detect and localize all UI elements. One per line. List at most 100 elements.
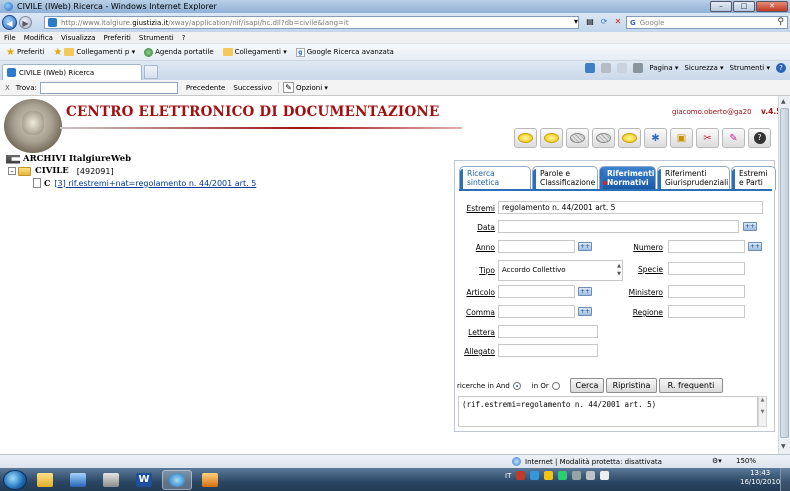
tab-estremi-parti[interactable]: Estremi e Parti [731, 166, 776, 190]
toolbar-button-8[interactable]: ✂ [696, 128, 719, 148]
query-scrollbar[interactable]: ▲ ▼ [758, 396, 767, 427]
anno-input[interactable] [498, 240, 575, 253]
scroll-up-icon[interactable]: ▲ [781, 98, 786, 105]
security-menu[interactable]: Sicurezza ▾ [684, 64, 723, 72]
articolo-expand-button[interactable]: ++ [578, 287, 592, 296]
back-button[interactable]: ◀ [2, 15, 17, 30]
tab-riferimenti-normativi[interactable]: Riferimenti Normativi [599, 166, 656, 190]
toolbar-button-3[interactable] [566, 128, 589, 148]
tray-icon-1[interactable] [516, 471, 526, 480]
menu-visualizza[interactable]: Visualizza [61, 34, 95, 42]
taskbar-word[interactable]: W [129, 470, 159, 490]
query-textarea[interactable]: (rif.estremi=regolamento n. 44/2001 art.… [458, 396, 758, 427]
toolbar-button-2[interactable] [540, 128, 563, 148]
data-input[interactable] [498, 220, 739, 233]
start-button[interactable] [3, 469, 27, 490]
menu-strumenti[interactable]: Strumenti [139, 34, 174, 42]
comma-input[interactable] [498, 305, 575, 318]
allegato-input[interactable] [498, 344, 598, 357]
ministero-input[interactable] [668, 285, 745, 298]
estremi-input[interactable]: regolamento n. 44/2001 art. 5 [498, 201, 763, 214]
taskbar-media[interactable] [63, 470, 93, 490]
home-icon[interactable] [585, 63, 596, 73]
cerca-button[interactable]: Cerca [570, 378, 604, 393]
find-input[interactable] [39, 81, 178, 94]
page-scrollbar[interactable]: ▲ ▼ [778, 96, 790, 454]
numero-input[interactable] [668, 240, 745, 253]
scroll-down-icon[interactable]: ▼ [781, 443, 786, 450]
menu-preferiti[interactable]: Preferiti [103, 34, 130, 42]
new-tab-button[interactable] [144, 65, 158, 79]
menu-file[interactable]: File [4, 34, 16, 42]
lettera-input[interactable] [498, 325, 598, 338]
comma-expand-button[interactable]: ++ [578, 307, 592, 316]
toolbar-button-1[interactable] [514, 128, 537, 148]
tray-icon-5[interactable] [572, 471, 582, 480]
tree-root[interactable]: ARCHIVI ItalgiureWeb [6, 153, 256, 165]
scroll-thumb[interactable] [780, 108, 789, 438]
ripristina-button[interactable]: Ripristina [606, 378, 657, 393]
anno-expand-button[interactable]: ++ [578, 242, 592, 251]
favorites-item-google[interactable]: g Google Ricerca avanzata [293, 47, 397, 57]
show-desktop-button[interactable] [780, 468, 790, 491]
toolbar-button-9[interactable]: ✎ [722, 128, 745, 148]
compatibility-icon[interactable]: ▤ [584, 16, 596, 28]
tree-item-query[interactable]: C [3] rif.estremi+nat=regolamento n. 44/… [6, 177, 256, 189]
dropdown-arrow-icon[interactable]: ▾ [570, 16, 582, 28]
menu-help[interactable]: ? [182, 34, 186, 42]
tray-icon-2[interactable] [530, 471, 540, 480]
network-tray-icon[interactable] [586, 471, 596, 480]
maximize-button[interactable]: □ [733, 1, 755, 12]
tab-parole-classificazione[interactable]: Parole e Classificazione [532, 166, 598, 190]
toolbar-button-4[interactable] [592, 128, 615, 148]
help-icon[interactable]: ? [776, 63, 786, 73]
refresh-icon[interactable]: ⟳ [598, 16, 610, 28]
taskbar-paint[interactable] [195, 470, 225, 490]
favorites-item-collegamenti-p[interactable]: ★ Collegamenti p ▾ [50, 47, 138, 58]
search-box[interactable]: G Google ⚲ [626, 16, 788, 29]
toolbar-button-5[interactable] [618, 128, 641, 148]
regione-input[interactable] [668, 305, 745, 318]
toolbar-button-7[interactable]: ▣ [670, 128, 693, 148]
frequenti-button[interactable]: R. frequenti [659, 378, 723, 393]
data-expand-button[interactable]: ++ [743, 222, 757, 231]
mail-icon[interactable] [617, 63, 628, 73]
taskbar-tools[interactable] [96, 470, 126, 490]
tab-ricerca-sintetica[interactable]: Ricerca sintetica [459, 166, 531, 190]
page-menu[interactable]: Pagina ▾ [649, 64, 678, 72]
forward-button[interactable]: ▶ [19, 16, 32, 29]
tipo-select[interactable]: Accordo Collettivo ▲ ▼ [498, 260, 623, 281]
toolbar-button-6[interactable]: ✱ [644, 128, 667, 148]
favorites-item-agenda[interactable]: Agenda portatile [141, 47, 217, 57]
articolo-input[interactable] [498, 285, 575, 298]
taskbar-explorer[interactable] [30, 470, 60, 490]
specie-input[interactable] [668, 262, 745, 275]
find-options-button[interactable]: ✎ Opzioni ▾ [277, 82, 328, 93]
close-find-icon[interactable]: X [5, 84, 10, 92]
tab-riferimenti-giurisprudenziali[interactable]: Riferimenti Giurisprudenziali [657, 166, 730, 190]
toolbar-button-help[interactable]: ? [748, 128, 771, 148]
browser-tab[interactable]: CIVILE (IWeb) Ricerca [2, 64, 142, 80]
volume-icon[interactable] [600, 471, 610, 480]
taskbar-ie[interactable] [162, 469, 192, 490]
clock[interactable]: 13:43 16/10/2010 [740, 469, 780, 487]
zoom-level[interactable]: 150% [736, 457, 756, 465]
numero-expand-button[interactable]: ++ [748, 242, 762, 251]
feeds-icon[interactable] [601, 63, 612, 73]
security-zone[interactable]: Internet | Modalità protetta: disattivat… [512, 457, 662, 466]
minimize-button[interactable]: – [710, 1, 732, 12]
close-window-button[interactable]: ✕ [756, 1, 788, 12]
language-indicator[interactable]: IT [505, 472, 511, 480]
tray-icon-4[interactable] [558, 471, 568, 480]
protected-mode-icon[interactable]: ⚙▾ [712, 457, 722, 465]
address-bar[interactable]: http://www.italgiure.giustizia.it/xway/a… [44, 16, 579, 29]
stop-icon[interactable]: ✕ [612, 16, 624, 28]
print-icon[interactable] [633, 63, 644, 73]
menu-modifica[interactable]: Modifica [24, 34, 53, 42]
tree-item-civile[interactable]: – CIVILE [492091] [6, 165, 256, 177]
or-radio[interactable] [551, 382, 560, 390]
search-icon[interactable]: ⚲ [777, 17, 784, 27]
and-radio[interactable] [512, 382, 521, 390]
tools-menu[interactable]: Strumenti ▾ [730, 64, 771, 72]
find-previous-button[interactable]: Precedente [186, 84, 226, 92]
